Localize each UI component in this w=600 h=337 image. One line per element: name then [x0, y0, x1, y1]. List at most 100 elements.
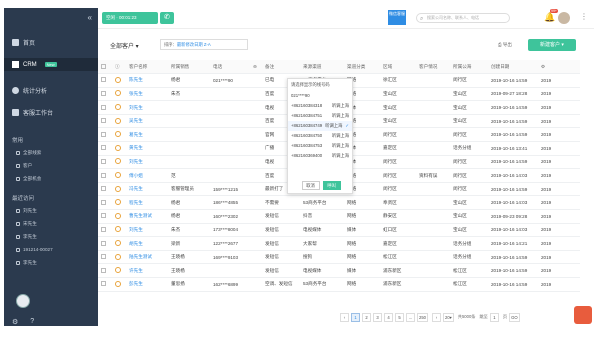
row-checkbox[interactable] [101, 118, 106, 124]
common-item-leads[interactable]: 全部线索 [16, 150, 41, 156]
row-checkbox[interactable] [101, 267, 106, 273]
column-header[interactable]: 渠道分类 [344, 60, 380, 75]
column-header[interactable]: ⊖ [250, 60, 262, 75]
common-item-customers[interactable]: 客户 [16, 163, 32, 169]
customer-name-link[interactable]: 刘先生 [126, 155, 168, 170]
nav-workbench[interactable]: 客服工作台 [12, 108, 53, 117]
next-page-icon[interactable]: › [432, 312, 441, 322]
recent-item[interactable]: 李先生 [16, 234, 37, 240]
jump-input[interactable]: 1 [489, 312, 499, 322]
table-row[interactable]: 胡先生 梁新 122****2677 发短信 大家帮 网络 嘉定区 话务分组 2019-10-1… [98, 236, 580, 251]
page-button[interactable]: 3 [373, 312, 382, 322]
page-button[interactable]: 250 [417, 312, 428, 322]
per-page-select[interactable]: 20▾ [443, 312, 454, 322]
sort-selector[interactable]: 排序：最新修改日期 Z-A [160, 39, 248, 50]
prev-page-icon[interactable]: ‹ [340, 312, 349, 322]
customer-name-link[interactable]: 张先生 [126, 87, 168, 102]
customer-name-link[interactable]: 陆先生测试 [126, 250, 168, 265]
customer-name-link[interactable]: 吴先生 [126, 114, 168, 129]
row-checkbox[interactable] [101, 90, 106, 96]
phone-icon[interactable]: ✆ [160, 12, 174, 24]
double-chevron-left-icon[interactable]: « [88, 13, 92, 22]
column-header[interactable]: 客户名称 [126, 60, 168, 75]
call-status-pill[interactable]: 空闲 · 00:01:23 [102, 12, 158, 24]
customer-name-link[interactable]: 黄先生 [126, 141, 168, 156]
recent-item[interactable]: 191214-00027 [16, 247, 53, 252]
global-search-input[interactable]: ⌕ 搜索公司名称、联系人、电话 [416, 13, 510, 23]
row-checkbox[interactable] [101, 240, 106, 246]
nav-crm[interactable]: CRM New [4, 58, 98, 71]
recent-item[interactable]: 刘先生 [16, 208, 37, 214]
customer-name-link[interactable]: 冯先生 [126, 182, 168, 197]
customer-name-link[interactable]: 胡先生 [126, 236, 168, 251]
column-header[interactable]: 客户情况 [416, 60, 450, 75]
help-icon[interactable]: ? [30, 318, 34, 326]
row-checkbox[interactable] [101, 131, 106, 137]
column-header[interactable]: 来源渠道 [300, 60, 344, 75]
gear-icon[interactable]: ⚙ [12, 318, 18, 326]
customer-name-link[interactable]: 彭先生 [126, 277, 168, 292]
table-row[interactable]: 彭先生 董思扬 162****6899 空调、发短信 53商务平台 网络 浦东新区 松江区 20… [98, 277, 580, 292]
phone-line-option[interactable]: +862160384749 听调上海 ✓ [288, 121, 352, 131]
table-row[interactable]: 刘先生 朱杰 173****8004 发短信 电视媒体 媒体 虹口区 宝山区 2019-10-1… [98, 223, 580, 238]
phone-line-option[interactable]: +862160369400 听调上海 [288, 151, 352, 161]
customer-name-link[interactable]: 许先生 [126, 263, 168, 278]
customer-name-link[interactable]: 陈先生 [126, 73, 168, 88]
customer-name-link[interactable]: 曹先生测试 [126, 209, 168, 224]
table-row[interactable]: 陆先生测试 王晓杨 169****9103 发短信 搜狗 网络 松江区 话务分组 2019-10… [98, 250, 580, 265]
more-vertical-icon[interactable]: ⋮ [580, 12, 588, 21]
recent-item[interactable]: 宋先生 [16, 221, 37, 227]
page-button[interactable]: 1 [351, 312, 360, 322]
phone-line-option[interactable]: +862160384753 听调上海 [288, 141, 352, 151]
phone-line-option[interactable]: 021****90 [288, 91, 352, 101]
customer-name-link[interactable]: 葛先生 [126, 127, 168, 143]
page-button[interactable]: 2 [362, 312, 371, 322]
column-header[interactable] [98, 60, 112, 75]
row-checkbox[interactable] [101, 226, 106, 232]
account-avatar[interactable] [558, 12, 570, 24]
recent-item[interactable]: 李先生 [16, 260, 37, 266]
popup-cancel-button[interactable]: 取消 [301, 181, 320, 190]
column-header[interactable]: 备注 [262, 60, 300, 75]
phone-line-option[interactable]: +862160384750 听调上海 [288, 131, 352, 141]
nav-home[interactable]: 首页 [12, 38, 35, 47]
row-checkbox[interactable] [101, 281, 106, 287]
go-button[interactable]: GO [509, 312, 520, 322]
customer-name-link[interactable]: 傅小姐 [126, 168, 168, 183]
minus-circle-icon[interactable]: ⊖ [253, 64, 257, 69]
column-header[interactable]: ⚙ [538, 60, 580, 75]
customer-name-link[interactable]: 刘先生 [126, 100, 168, 115]
table-row[interactable]: 程先生 杨君 186****4855 不需要 53商务平台 网络 奉贤区 宝山区 2019-10… [98, 195, 580, 211]
page-button[interactable]: ... [406, 312, 415, 322]
column-header[interactable]: 电话 [210, 60, 250, 75]
column-header[interactable]: 区域 [380, 60, 416, 75]
row-checkbox[interactable] [101, 158, 106, 164]
select-all-checkbox[interactable] [101, 63, 106, 69]
row-checkbox[interactable] [101, 172, 106, 178]
row-checkbox[interactable] [101, 213, 106, 219]
column-header[interactable]: 所属销售 [168, 60, 210, 75]
table-row[interactable]: 许先生 王晓杨 发短信 电视媒体 媒体 浦东新区 松江区 2019-10-16 14:59 20… [98, 263, 580, 278]
row-checkbox[interactable] [101, 145, 106, 151]
column-header[interactable]: 创建日期 [488, 60, 538, 75]
customer-name-link[interactable]: 刘先生 [126, 223, 168, 238]
phone-line-option[interactable]: +862160384318 听调上海 [288, 101, 352, 111]
chat-widget-icon[interactable] [574, 306, 592, 324]
customer-name-link[interactable]: 程先生 [126, 195, 168, 211]
column-header[interactable]: 所属公海 [450, 60, 488, 75]
phone-line-option[interactable]: +862160384751 听调上海 [288, 111, 352, 121]
settings-icon[interactable]: ⚙ [541, 64, 545, 69]
view-selector[interactable]: 全部客户 ▾ [110, 41, 139, 50]
popup-call-button[interactable]: 呼叫 [322, 181, 341, 190]
new-customer-button[interactable]: 新建客户 ▾ [528, 39, 576, 51]
row-checkbox[interactable] [101, 254, 106, 260]
row-checkbox[interactable] [101, 77, 106, 83]
page-button[interactable]: 4 [384, 312, 393, 322]
row-checkbox[interactable] [101, 104, 106, 110]
page-button[interactable]: 5 [395, 312, 404, 322]
user-avatar[interactable] [16, 294, 30, 308]
nav-stats[interactable]: 统计分析 [12, 86, 47, 95]
common-item-opportunities[interactable]: 全部机会 [16, 176, 41, 182]
bell-icon[interactable]: 🔔 [544, 12, 555, 23]
row-checkbox[interactable] [101, 199, 106, 205]
